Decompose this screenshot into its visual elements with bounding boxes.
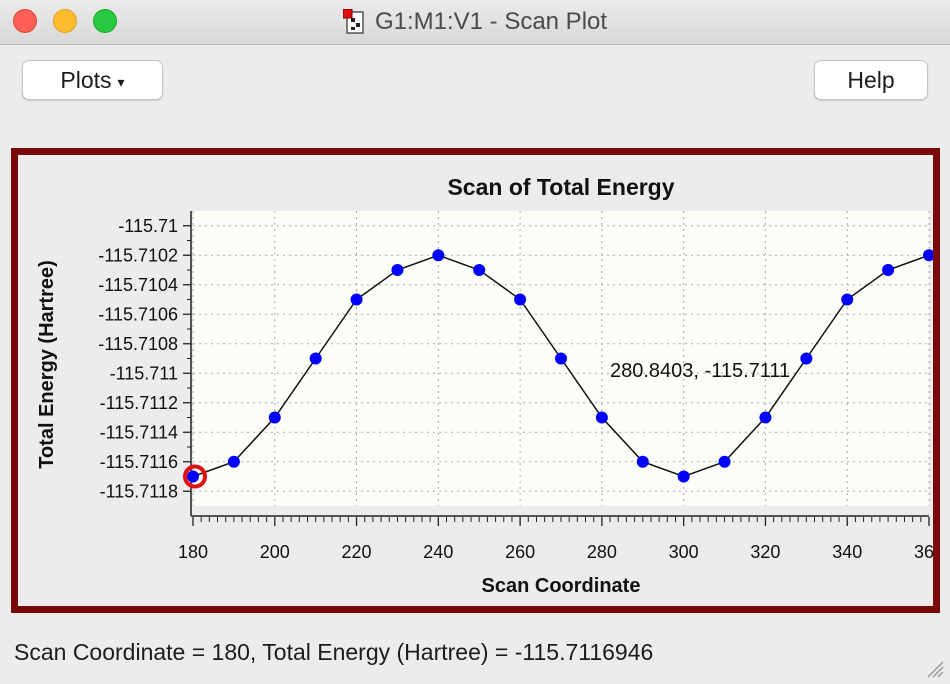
title-group: G1:M1:V1 - Scan Plot bbox=[0, 0, 950, 44]
y-tick-label: -115.7118 bbox=[100, 481, 178, 501]
help-button-label: Help bbox=[847, 66, 895, 93]
data-point bbox=[350, 293, 363, 306]
y-tick-label: -115.7114 bbox=[100, 422, 178, 442]
y-tick-label: -115.7112 bbox=[100, 393, 178, 413]
x-tick-label: 300 bbox=[669, 542, 699, 562]
y-tick-label: -115.7102 bbox=[98, 245, 178, 265]
x-tick-label: 240 bbox=[423, 542, 453, 562]
plots-menu-button[interactable]: Plots ▾ bbox=[22, 60, 163, 100]
data-point bbox=[514, 293, 527, 306]
chevron-down-icon: ▾ bbox=[117, 73, 125, 90]
data-point bbox=[841, 293, 854, 306]
resize-grip-icon[interactable] bbox=[924, 658, 944, 678]
data-point bbox=[718, 455, 731, 468]
data-point bbox=[677, 470, 690, 483]
data-point bbox=[555, 352, 567, 365]
help-button[interactable]: Help bbox=[814, 60, 928, 100]
y-tick-label: -115.7104 bbox=[98, 275, 178, 295]
data-point bbox=[882, 264, 895, 276]
data-point bbox=[187, 470, 199, 483]
x-tick-label: 220 bbox=[342, 542, 372, 562]
data-point bbox=[391, 264, 404, 276]
x-tick-label: 260 bbox=[505, 542, 535, 562]
x-tick-label: 180 bbox=[178, 542, 208, 562]
data-point bbox=[432, 249, 445, 262]
y-axis-label: Total Energy (Hartree) bbox=[36, 260, 58, 469]
data-point bbox=[800, 352, 813, 365]
data-point bbox=[636, 455, 649, 468]
y-tick-label: -115.71 bbox=[118, 216, 178, 236]
x-tick-label: 200 bbox=[260, 542, 290, 562]
scan-chart[interactable]: 180 200 220 240 260 280 300 320 340 360 -115.71 -11… bbox=[18, 155, 933, 606]
data-point bbox=[473, 264, 486, 276]
x-tick-label: 340 bbox=[832, 542, 862, 562]
x-axis-label: Scan Coordinate bbox=[482, 575, 641, 597]
x-tick-label: 360 bbox=[914, 542, 933, 562]
x-tick-label: 320 bbox=[750, 542, 780, 562]
y-tick-label: -115.711 bbox=[110, 363, 178, 383]
y-tick-label: -115.7108 bbox=[98, 334, 178, 354]
chart-title: Scan of Total Energy bbox=[447, 174, 674, 200]
status-readout: Scan Coordinate = 180, Total Energy (Har… bbox=[14, 639, 654, 665]
document-icon bbox=[342, 8, 365, 35]
x-tick-label: 280 bbox=[587, 542, 617, 562]
plot-panel[interactable]: 180 200 220 240 260 280 300 320 340 360 -115.71 -11… bbox=[11, 148, 940, 613]
window-title: G1:M1:V1 - Scan Plot bbox=[374, 8, 608, 35]
y-tick-label: -115.7116 bbox=[100, 452, 178, 472]
data-point bbox=[309, 352, 322, 365]
plots-button-label: Plots bbox=[60, 66, 112, 93]
data-point bbox=[227, 455, 240, 468]
data-point bbox=[595, 411, 608, 424]
data-point bbox=[268, 411, 281, 424]
title-bar: G1:M1:V1 - Scan Plot bbox=[0, 0, 950, 45]
y-tick-label: -115.7106 bbox=[98, 304, 178, 324]
data-point bbox=[759, 411, 772, 424]
cursor-readout: 280.8403, -115.7111 bbox=[610, 360, 790, 382]
